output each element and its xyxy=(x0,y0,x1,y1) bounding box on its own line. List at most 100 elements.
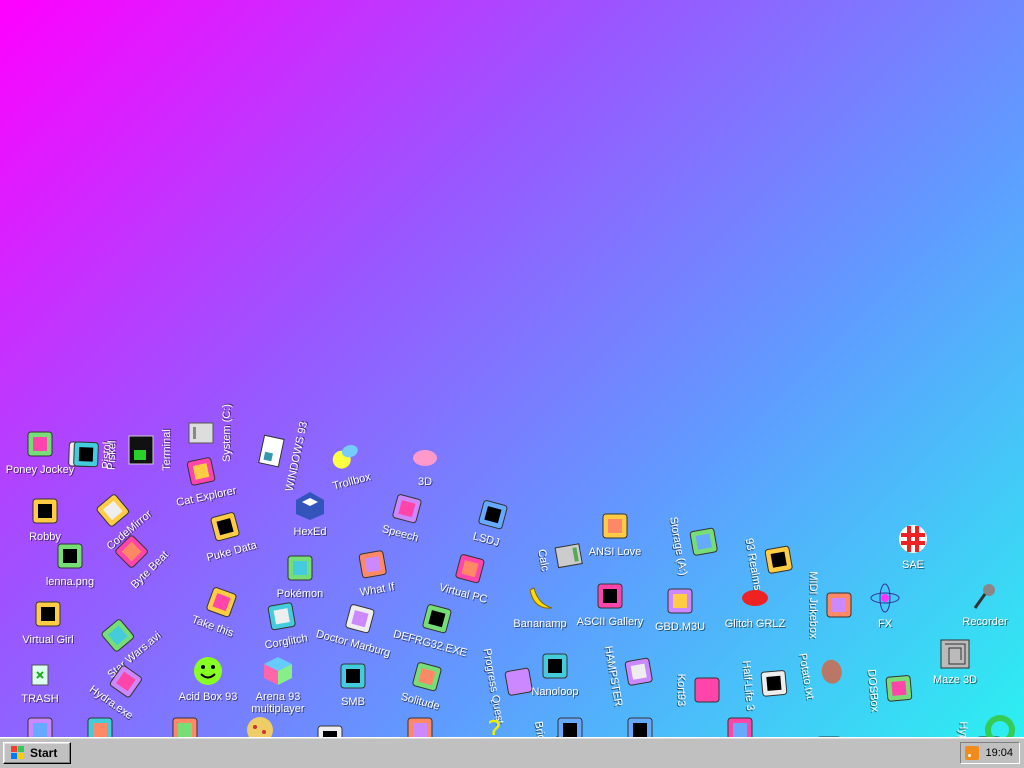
system-tray: 19:04 xyxy=(960,742,1020,764)
desktop-icon-label: Glitch GRLZ xyxy=(724,618,786,630)
clock: 19:04 xyxy=(985,747,1013,759)
pokemon-icon xyxy=(284,552,316,584)
desktop-icon[interactable] xyxy=(60,714,140,738)
desktop-icon[interactable] xyxy=(380,714,460,738)
windows-logo-icon xyxy=(10,745,26,761)
desktop-icon[interactable]: ANSI Love xyxy=(575,510,655,580)
svg-text:?: ? xyxy=(487,714,502,738)
desktop-icon[interactable]: HAMPSTER xyxy=(579,630,662,721)
desktop-icon-label: FX xyxy=(877,618,893,630)
trash-icon xyxy=(24,657,56,689)
notepad-icon xyxy=(404,714,436,738)
girl-icon xyxy=(32,598,64,630)
desktop-icon-label: Piskel xyxy=(105,440,119,471)
cube-icon xyxy=(262,655,294,687)
desktop-icon[interactable]: GBD.M3U xyxy=(640,585,720,655)
rss-icon[interactable] xyxy=(965,746,979,760)
desktop-icon[interactable] xyxy=(220,714,300,738)
poney-icon xyxy=(24,428,56,460)
desktop-icon[interactable]: Maze 3D xyxy=(915,638,995,708)
desktop-icon-label: SAE xyxy=(901,559,924,571)
desktop-icon-label: ANSI Love xyxy=(588,546,642,558)
cat-explorer-icon xyxy=(182,452,220,490)
atom-icon xyxy=(869,582,901,614)
desktop-icon-label: Recorder xyxy=(962,616,1008,628)
solitude-icon xyxy=(407,657,446,696)
speech-icon xyxy=(387,489,426,528)
hexed-icon xyxy=(294,490,326,522)
desktop-icon[interactable] xyxy=(600,714,680,738)
virtualpc-icon xyxy=(450,549,489,588)
desktop-icon-label: HexEd xyxy=(293,526,327,538)
start-button[interactable]: Start xyxy=(3,742,71,764)
desktop-icon-label: MIDI Jukebox xyxy=(807,571,819,639)
desktop-icon-label: Half-Life 3 xyxy=(739,660,757,712)
desktop-icon-label: Arena 93 multiplayer xyxy=(251,691,305,715)
desktop-icon[interactable]: PoketPlasmaBow xyxy=(824,714,910,738)
drive-icon xyxy=(185,417,217,449)
desktop-icon-label: Maze 3D xyxy=(932,674,978,686)
nanoloop-icon xyxy=(539,650,571,682)
pd-icon xyxy=(205,507,244,546)
desktop-icon-label: Cat Explorer xyxy=(175,484,238,510)
trollbox-icon xyxy=(325,437,364,476)
desktop-icon-label: SMB xyxy=(341,696,365,708)
desktop-icon[interactable] xyxy=(700,714,780,738)
lips-icon xyxy=(739,582,771,614)
desktop-icon-label: GBD.M3U xyxy=(654,621,706,633)
donut-icon xyxy=(984,714,1016,738)
desktop-icon-label: lenna.png xyxy=(45,576,95,588)
help-icon: ? xyxy=(479,714,511,738)
paint-icon xyxy=(724,714,756,738)
pizza-icon xyxy=(244,714,276,738)
smiley-icon xyxy=(192,655,224,687)
desktop-icon[interactable]: Piskel xyxy=(69,414,142,496)
smb-icon xyxy=(337,660,369,692)
desktop-icon-label: TRASH xyxy=(21,693,59,705)
desktop-icon-label: Kort93 xyxy=(675,673,687,707)
whatif-icon xyxy=(354,546,391,583)
desktop-icon-label: HAMPSTER xyxy=(601,645,625,708)
desktop-icon-label: Bananamp xyxy=(513,618,567,630)
hampster-icon xyxy=(620,653,657,690)
virus-icon xyxy=(554,714,586,738)
mail-icon xyxy=(314,722,346,738)
desktop-icon[interactable] xyxy=(290,722,370,738)
ascii-gallery-icon xyxy=(594,580,626,612)
book-icon xyxy=(169,714,201,738)
desktop-icon-label: DOSBox xyxy=(865,668,881,713)
desktop-icon[interactable]: ? xyxy=(455,714,535,738)
face-icon xyxy=(624,714,656,738)
image-icon xyxy=(54,540,86,572)
desktop-icon[interactable]: Storage (A:) xyxy=(644,500,727,591)
start-label: Start xyxy=(30,746,58,760)
sae-icon xyxy=(897,523,929,555)
desktop-icon-label: Nanoloop xyxy=(531,686,579,698)
piskel-icon xyxy=(69,438,102,471)
desktop-icon[interactable]: FX xyxy=(845,582,925,652)
desktop-icon-label: Virtual Girl xyxy=(22,634,74,646)
blue-icon xyxy=(24,714,56,738)
desktop-icon-label: 3D xyxy=(417,476,433,488)
desktop-icon[interactable] xyxy=(960,714,1024,738)
desktop-icon-label: Acid Box 93 xyxy=(178,691,238,703)
taskbar: Start 19:04 xyxy=(0,737,1024,768)
desktop-icon[interactable]: Potato.txt xyxy=(772,630,855,721)
doc-icon xyxy=(84,714,116,738)
desktop-icon[interactable] xyxy=(530,714,610,738)
desktop-icon-label: Corglitch xyxy=(263,632,309,652)
dosbox-icon xyxy=(882,671,917,706)
doctor-icon xyxy=(340,599,379,638)
take-this-icon xyxy=(201,582,242,623)
desktop-icon[interactable]: HexEd xyxy=(270,490,350,560)
defrag-icon xyxy=(417,599,456,638)
desktop-icon-label: Calc xyxy=(535,548,551,573)
desktop-icon-label: ASCII Gallery xyxy=(576,616,644,628)
desktop-icon-label: LSDJ xyxy=(471,530,501,550)
desktop-icon-label: What If xyxy=(359,580,396,599)
ansi-love-icon xyxy=(599,510,631,542)
desktop: Poney Jockey Pistol Terminal System (C:) WIN… xyxy=(0,0,1024,738)
kort-icon xyxy=(691,674,723,706)
maze-icon xyxy=(939,638,971,670)
desktop-icon[interactable] xyxy=(145,714,225,738)
